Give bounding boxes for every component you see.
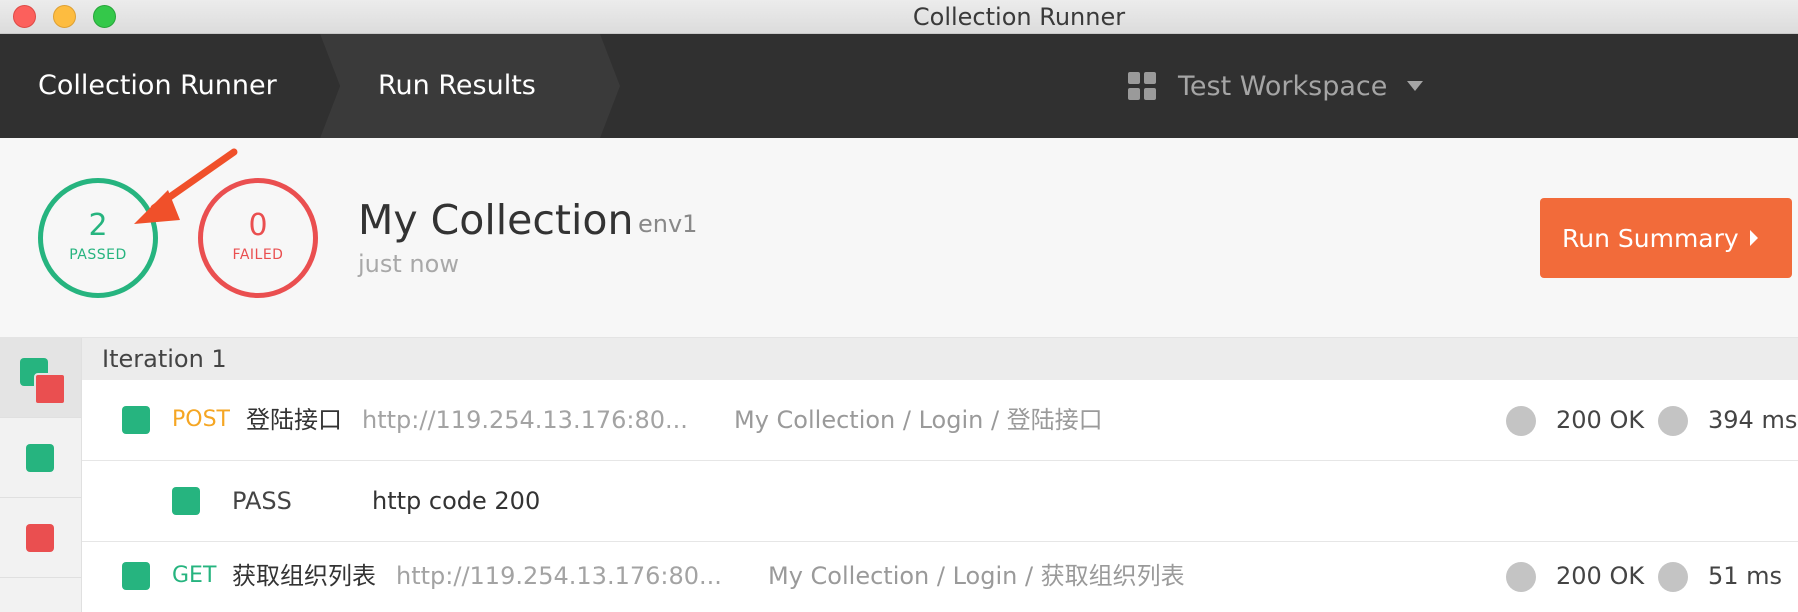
fail-square-icon	[34, 373, 66, 405]
run-summary-header: 2 PASSED 0 FAILED My Collection env1 jus…	[0, 138, 1798, 338]
failed-label: FAILED	[232, 247, 284, 263]
environment-name: env1	[638, 210, 698, 238]
window-title: Collection Runner	[912, 3, 1126, 31]
request-method: GET	[172, 563, 217, 588]
assertion-name: http code 200	[372, 487, 541, 515]
iteration-header: Iteration 1	[82, 338, 1798, 380]
response-time: 394 ms	[1708, 406, 1798, 434]
breadcrumb-collection-runner[interactable]: Collection Runner	[38, 34, 277, 138]
response-time: 51 ms	[1708, 562, 1783, 590]
time-dot-icon	[1658, 562, 1688, 592]
assertion-result: PASS	[232, 487, 292, 515]
request-method: POST	[172, 407, 230, 432]
time-dot-icon	[1658, 406, 1688, 436]
play-triangle-icon	[1750, 230, 1758, 246]
response-status: 200 OK	[1556, 406, 1645, 434]
filter-all[interactable]	[0, 338, 81, 418]
breadcrumb-run-results[interactable]: Run Results	[378, 34, 536, 138]
workspace-switcher[interactable]: Test Workspace	[1128, 34, 1424, 138]
run-time: just now	[358, 250, 459, 278]
request-url: http://119.254.13.176:80...	[396, 562, 722, 590]
run-summary-button[interactable]: Run Summary	[1540, 198, 1792, 278]
top-nav: Collection Runner Run Results Test Works…	[0, 34, 1798, 138]
request-row[interactable]: GET 获取组织列表 http://119.254.13.176:80... M…	[82, 542, 1798, 612]
passed-label: PASSED	[69, 247, 127, 263]
workspace-name: Test Workspace	[1178, 70, 1388, 102]
filter-passed[interactable]	[0, 418, 81, 498]
request-row[interactable]: POST 登陆接口 http://119.254.13.176:80... My…	[82, 380, 1798, 461]
filter-failed[interactable]	[0, 498, 81, 578]
assertion-row[interactable]: PASS http code 200	[82, 461, 1798, 542]
fail-square-icon	[26, 524, 54, 552]
pass-square-icon	[122, 562, 150, 590]
request-path: My Collection / Login / 登陆接口	[734, 406, 1103, 434]
pass-square-icon	[26, 444, 54, 472]
run-summary-label: Run Summary	[1562, 223, 1739, 253]
result-filter-rail	[0, 338, 82, 612]
pass-square-icon	[172, 487, 200, 515]
workspace-grid-icon	[1128, 72, 1156, 100]
pass-square-icon	[122, 406, 150, 434]
status-dot-icon	[1506, 562, 1536, 592]
request-url: http://119.254.13.176:80...	[362, 406, 688, 434]
request-path: My Collection / Login / 获取组织列表	[768, 562, 1185, 590]
window-titlebar: Collection Runner	[0, 0, 1798, 34]
dropdown-caret-icon	[1407, 81, 1424, 91]
request-name: 登陆接口	[246, 406, 342, 434]
annotation-arrow-icon	[134, 148, 238, 224]
collection-name: My Collection	[358, 196, 634, 244]
response-status: 200 OK	[1556, 562, 1645, 590]
status-dot-icon	[1506, 406, 1536, 436]
request-name: 获取组织列表	[232, 562, 376, 590]
